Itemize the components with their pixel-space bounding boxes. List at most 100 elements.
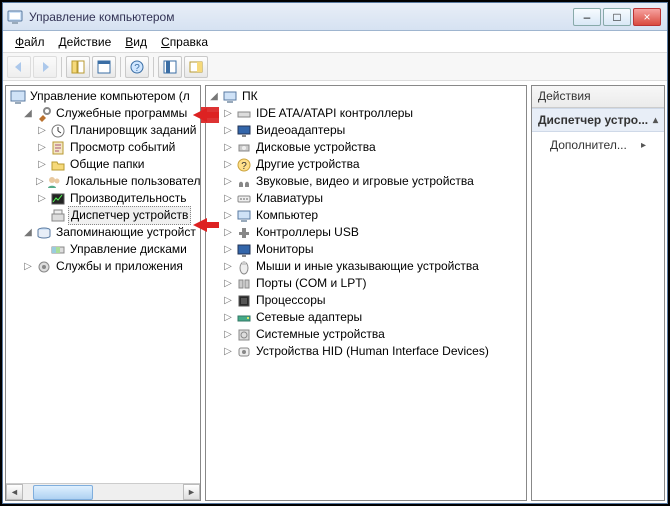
event-log-icon bbox=[50, 140, 66, 156]
device-tree-pane: ◢ ПК ▷IDE ATA/ATAPI контроллеры▷Видеоада… bbox=[205, 85, 527, 501]
expand-icon[interactable]: ▷ bbox=[36, 156, 48, 173]
expand-icon[interactable]: ▷ bbox=[222, 139, 234, 156]
collapse-icon[interactable]: ◢ bbox=[208, 88, 220, 105]
tree-local-users[interactable]: ▷ Локальные пользователи bbox=[8, 173, 198, 190]
expand-icon[interactable]: ▷ bbox=[222, 241, 234, 258]
nav-forward-button[interactable] bbox=[33, 56, 57, 78]
device-category[interactable]: ▷Звуковые, видео и игровые устройства bbox=[208, 173, 524, 190]
device-category[interactable]: ▷ Сетевые адаптеры bbox=[208, 309, 524, 326]
collapse-icon[interactable]: ◢ bbox=[22, 105, 34, 122]
chevron-up-icon: ▴ bbox=[653, 115, 658, 126]
expand-icon[interactable]: ▷ bbox=[222, 207, 234, 224]
close-button[interactable]: × bbox=[633, 8, 661, 26]
tree-system-tools[interactable]: ◢ Служебные программы bbox=[8, 105, 198, 122]
device-category[interactable]: ▷Мониторы bbox=[208, 241, 524, 258]
actions-selected-node[interactable]: Диспетчер устро... ▴ bbox=[532, 108, 664, 132]
computer-icon bbox=[222, 89, 238, 105]
device-category[interactable]: ▷Устройства HID (Human Interface Devices… bbox=[208, 343, 524, 360]
tree-label: Видеоадаптеры bbox=[254, 122, 345, 139]
device-category-icon bbox=[236, 174, 252, 190]
tree-root[interactable]: Управление компьютером (л bbox=[8, 88, 198, 105]
expand-icon[interactable]: ▷ bbox=[36, 139, 48, 156]
expand-icon[interactable]: ▷ bbox=[222, 292, 234, 309]
annotation-arrow-icon bbox=[193, 107, 219, 123]
expand-icon[interactable]: ▷ bbox=[222, 258, 234, 275]
collapse-icon[interactable]: ◢ bbox=[22, 224, 34, 241]
annotation-arrow-icon bbox=[193, 217, 219, 233]
tree-storage[interactable]: ◢ Запоминающие устройст bbox=[8, 224, 198, 241]
toolbar-separator bbox=[61, 57, 62, 77]
minimize-button[interactable]: – bbox=[573, 8, 601, 26]
expand-icon[interactable]: ▷ bbox=[222, 105, 234, 122]
tree-label: Планировщик заданий bbox=[68, 122, 196, 139]
nav-back-button[interactable] bbox=[7, 56, 31, 78]
scroll-thumb[interactable] bbox=[33, 485, 93, 500]
menu-view[interactable]: Вид bbox=[119, 33, 153, 51]
tree-label: Управление дисками bbox=[68, 241, 187, 258]
device-category-icon bbox=[236, 123, 252, 139]
device-category[interactable]: ▷Компьютер bbox=[208, 207, 524, 224]
expand-icon[interactable]: ▷ bbox=[22, 258, 34, 275]
toolbar-separator bbox=[120, 57, 121, 77]
tree-task-scheduler[interactable]: ▷ Планировщик заданий bbox=[8, 122, 198, 139]
device-category-icon: ? bbox=[236, 157, 252, 173]
expand-icon[interactable]: ▷ bbox=[36, 173, 44, 190]
expand-icon[interactable]: ▷ bbox=[36, 190, 48, 207]
tree-performance[interactable]: ▷ Производительность bbox=[8, 190, 198, 207]
tree-label: Производительность bbox=[68, 190, 186, 207]
tree-label: Служебные программы bbox=[54, 105, 187, 122]
expand-icon[interactable]: ▷ bbox=[222, 122, 234, 139]
tree-services-apps[interactable]: ▷ Службы и приложения bbox=[8, 258, 198, 275]
device-category[interactable]: ▷Процессоры bbox=[208, 292, 524, 309]
expand-icon[interactable]: ▷ bbox=[36, 122, 48, 139]
show-hide-tree-button[interactable] bbox=[66, 56, 90, 78]
expand-icon[interactable]: ▷ bbox=[222, 326, 234, 343]
device-root[interactable]: ◢ ПК bbox=[208, 88, 524, 105]
menu-file[interactable]: Файл bbox=[9, 33, 51, 51]
expand-icon[interactable]: ▷ bbox=[222, 156, 234, 173]
menu-help[interactable]: Справка bbox=[155, 33, 214, 51]
device-category-icon bbox=[236, 140, 252, 156]
tree-label: Другие устройства bbox=[254, 156, 360, 173]
action-pane-toggle-button[interactable] bbox=[184, 56, 208, 78]
tree-disk-management[interactable]: Управление дисками bbox=[8, 241, 198, 258]
device-category[interactable]: ▷Дисковые устройства bbox=[208, 139, 524, 156]
tree-event-viewer[interactable]: ▷ Просмотр событий bbox=[8, 139, 198, 156]
device-category-icon bbox=[236, 191, 252, 207]
properties-button[interactable] bbox=[92, 56, 116, 78]
device-category[interactable]: ▷Контроллеры USB bbox=[208, 224, 524, 241]
device-category[interactable]: ▷?Другие устройства bbox=[208, 156, 524, 173]
expand-icon[interactable]: ▷ bbox=[222, 309, 234, 326]
expand-icon[interactable]: ▷ bbox=[222, 173, 234, 190]
expand-icon[interactable]: ▷ bbox=[222, 190, 234, 207]
scroll-right-button[interactable]: ► bbox=[183, 484, 200, 500]
users-icon bbox=[46, 174, 62, 190]
app-icon bbox=[7, 9, 23, 25]
refresh-button[interactable] bbox=[158, 56, 182, 78]
device-category[interactable]: ▷Порты (COM и LPT) bbox=[208, 275, 524, 292]
horizontal-scrollbar[interactable]: ◄ ► bbox=[6, 483, 200, 500]
expand-icon[interactable]: ▷ bbox=[222, 224, 234, 241]
device-category[interactable]: ▷Мыши и иные указывающие устройства bbox=[208, 258, 524, 275]
expand-icon[interactable]: ▷ bbox=[222, 275, 234, 292]
console-tree[interactable]: Управление компьютером (л ◢ Служебные пр… bbox=[6, 86, 200, 483]
scroll-track[interactable] bbox=[23, 484, 183, 500]
device-category[interactable]: ▷ Видеоадаптеры bbox=[208, 122, 524, 139]
menu-action[interactable]: Действие bbox=[53, 33, 118, 51]
computer-management-icon bbox=[10, 89, 26, 105]
tree-label: Сетевые адаптеры bbox=[254, 309, 362, 326]
tree-shared-folders[interactable]: ▷ Общие папки bbox=[8, 156, 198, 173]
scroll-left-button[interactable]: ◄ bbox=[6, 484, 23, 500]
expand-icon[interactable]: ▷ bbox=[222, 343, 234, 360]
device-tree[interactable]: ◢ ПК ▷IDE ATA/ATAPI контроллеры▷Видеоада… bbox=[206, 86, 526, 500]
actions-more[interactable]: Дополнител... ▸ bbox=[532, 132, 664, 158]
tree-device-manager[interactable]: Диспетчер устройств bbox=[8, 207, 198, 224]
device-category[interactable]: ▷Системные устройства bbox=[208, 326, 524, 343]
maximize-button[interactable]: □ bbox=[603, 8, 631, 26]
tree-label: Диспетчер устройств bbox=[68, 206, 191, 225]
help-button[interactable]: ? bbox=[125, 56, 149, 78]
device-category[interactable]: ▷IDE ATA/ATAPI контроллеры bbox=[208, 105, 524, 122]
actions-pane: Действия Диспетчер устро... ▴ Дополнител… bbox=[531, 85, 665, 501]
actions-selected-label: Диспетчер устро... bbox=[538, 113, 648, 127]
device-category[interactable]: ▷Клавиатуры bbox=[208, 190, 524, 207]
